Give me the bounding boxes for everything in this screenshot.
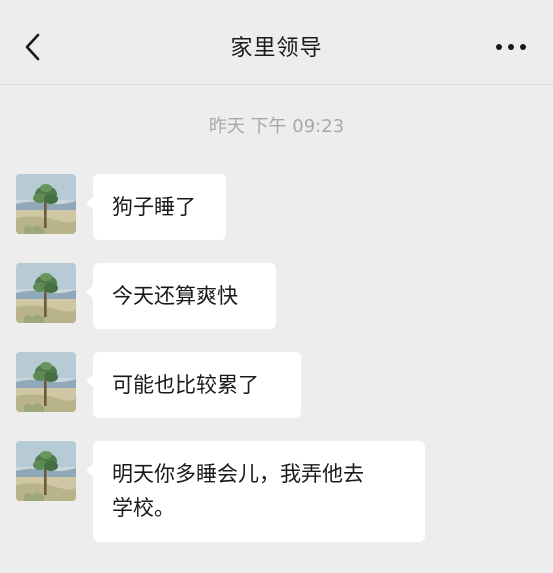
message-bubble[interactable]: 狗子睡了 <box>86 174 226 240</box>
message-bubble[interactable]: 明天你多睡会儿，我弄他去 学校。 <box>86 441 425 542</box>
message-bubble[interactable]: 可能也比较累了 <box>86 352 301 418</box>
avatar-image <box>16 352 76 412</box>
avatar[interactable] <box>16 174 76 234</box>
avatar-image <box>16 174 76 234</box>
more-horizontal-icon <box>496 44 526 50</box>
avatar[interactable] <box>16 352 76 412</box>
avatar[interactable] <box>16 441 76 501</box>
more-button[interactable] <box>493 35 529 59</box>
message-bubble[interactable]: 今天还算爽快 <box>86 263 276 329</box>
message-timestamp: 昨天 下午 09:23 <box>208 116 345 137</box>
chat-header: 家里领导 <box>0 0 553 85</box>
avatar-image <box>16 263 76 323</box>
chat-title: 家里领导 <box>230 36 323 61</box>
avatar[interactable] <box>16 263 76 323</box>
avatar-image <box>16 441 76 501</box>
